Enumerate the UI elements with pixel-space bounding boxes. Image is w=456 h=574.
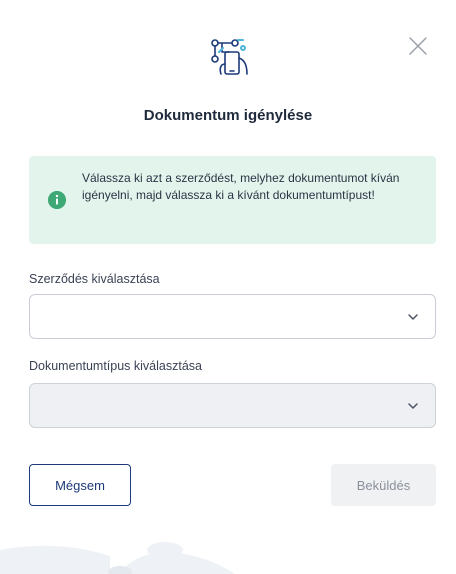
- info-icon: [48, 191, 66, 209]
- modal-title: Dokumentum igénylése: [143, 107, 313, 124]
- contract-select[interactable]: [29, 294, 436, 339]
- info-message-box: Válassza ki azt a szerződést, melyhez do…: [29, 156, 436, 244]
- cancel-button[interactable]: Mégsem: [29, 464, 131, 506]
- contract-select-label: Szerződés kiválasztása: [29, 272, 160, 286]
- info-message-text: Válassza ki azt a szerződést, melyhez do…: [82, 171, 400, 202]
- document-request-modal: Dokumentum igénylése Válassza ki azt a s…: [0, 0, 456, 574]
- chevron-down-icon: [408, 403, 418, 409]
- submit-button[interactable]: Beküldés: [331, 464, 436, 506]
- document-request-icon: [211, 39, 248, 75]
- doctype-select-label: Dokumentumtípus kiválasztása: [29, 359, 202, 373]
- close-icon[interactable]: [406, 34, 430, 58]
- chevron-down-icon: [408, 314, 418, 320]
- cloud-decoration: [0, 542, 235, 574]
- doctype-select[interactable]: [29, 383, 436, 428]
